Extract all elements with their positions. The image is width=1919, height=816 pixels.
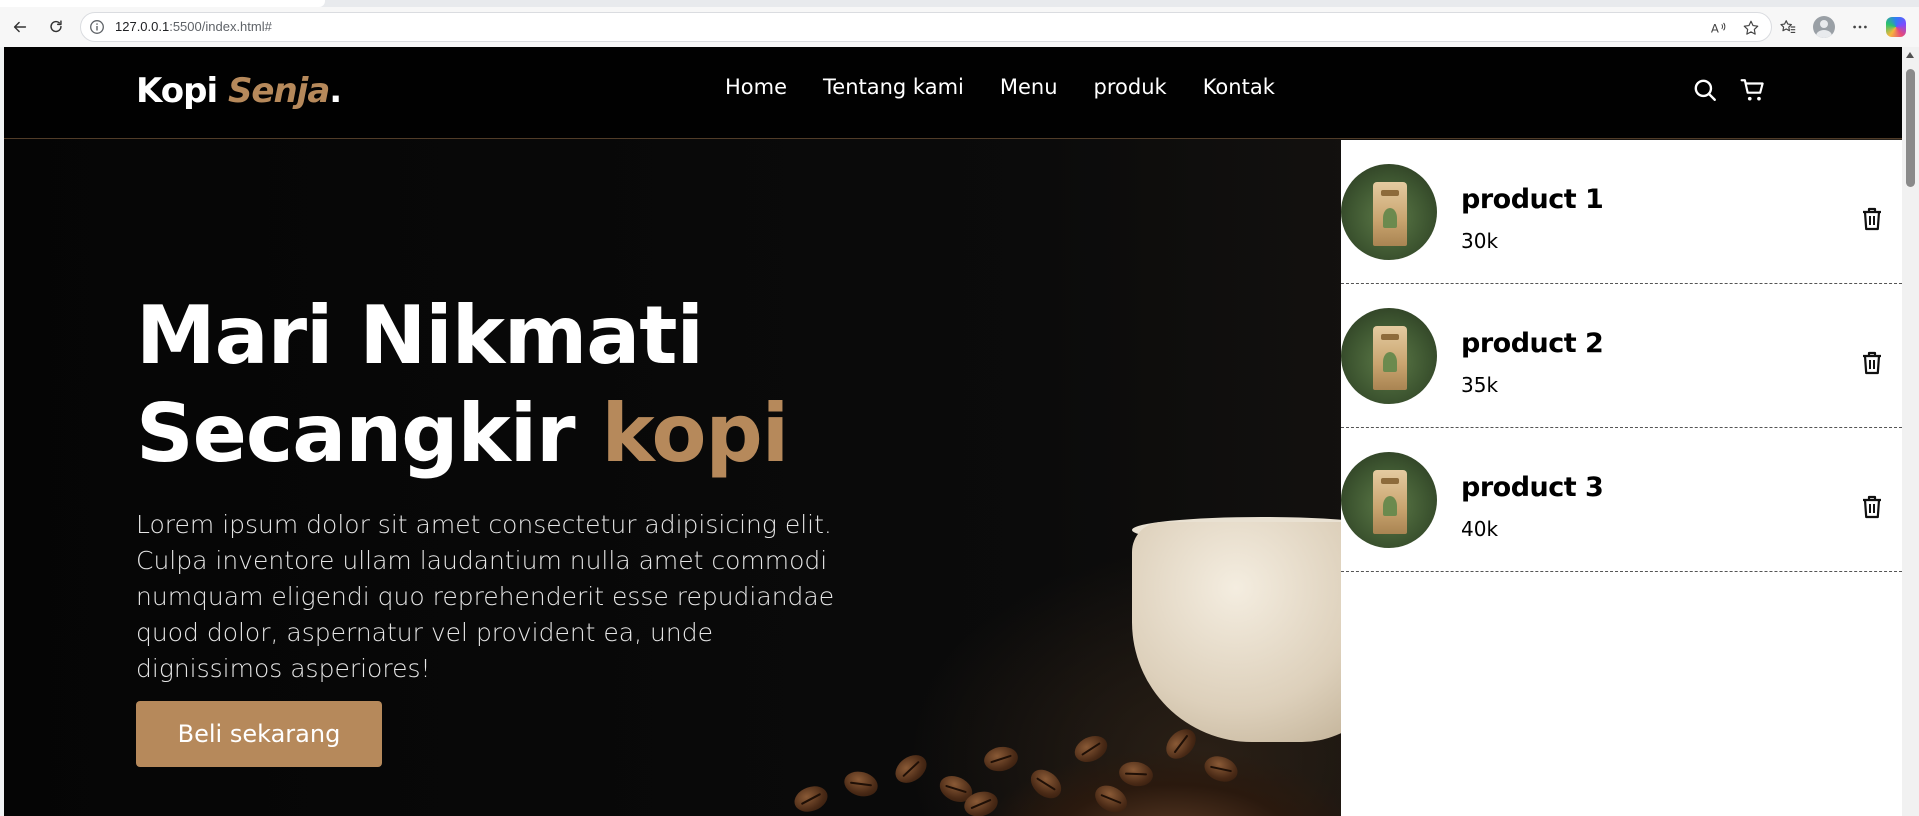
active-tab[interactable] [0,0,325,7]
nav-icons [1692,77,1766,103]
more-options-icon[interactable] [1846,13,1874,41]
avatar [1813,16,1835,38]
hero-section: Mari Nikmati Secangkir kopi Lorem ipsum … [136,287,856,767]
read-aloud-icon[interactable]: A [1709,18,1729,38]
hero-title-line2: Secangkir [136,387,602,480]
product-name: product 3 [1461,472,1604,503]
back-arrow-icon[interactable] [6,13,34,41]
favorite-star-icon[interactable] [1741,18,1761,38]
hero-title-accent: kopi [601,387,789,480]
logo-accent: Senja [227,71,330,111]
cart-item: product 1 30k [1341,140,1902,284]
search-icon[interactable] [1692,77,1718,103]
buy-now-button[interactable]: Beli sekarang [136,701,382,767]
logo-dot: . [329,71,342,111]
nav-link-tentang-kami[interactable]: Tentang kami [823,75,964,99]
product-price: 40k [1461,517,1499,541]
scrollbar-thumb[interactable] [1906,69,1915,187]
product-image [1341,164,1437,260]
site-navbar: Kopi Senja. Home Tentang kami Menu produ… [4,47,1902,139]
logo-text: Kopi [136,71,228,111]
trash-icon[interactable] [1860,494,1884,520]
cart-item: product 2 35k [1341,284,1902,428]
page-scrollbar[interactable] [1902,47,1919,816]
nav-link-kontak[interactable]: Kontak [1203,75,1275,99]
nav-link-home[interactable]: Home [725,75,787,99]
product-price: 35k [1461,373,1499,397]
hero-description: Lorem ipsum dolor sit amet consectetur a… [136,510,835,683]
nav-menu: Home Tentang kami Menu produk Kontak [725,75,1311,99]
cart-icon[interactable] [1740,77,1766,103]
hero-title-line1: Mari Nikmati [136,289,704,382]
page-viewport: Kopi Senja. Home Tentang kami Menu produ… [4,47,1902,816]
copilot-icon[interactable] [1882,13,1910,41]
favorites-icon[interactable] [1774,13,1802,41]
profile-avatar[interactable] [1810,13,1838,41]
shopping-cart-panel: product 1 30k product 2 35k product 3 40… [1341,140,1902,816]
address-bar[interactable]: 127.0.0.1:5500/index.html# A [80,12,1772,42]
browser-toolbar: 127.0.0.1:5500/index.html# A [0,7,1919,47]
copilot-logo [1886,17,1906,37]
site-logo[interactable]: Kopi Senja. [136,71,342,111]
site-info-icon[interactable] [89,19,105,35]
scroll-up-arrow-icon[interactable] [1906,52,1914,58]
hero-title: Mari Nikmati Secangkir kopi [136,287,856,483]
product-image [1341,452,1437,548]
tab-strip [0,0,1919,7]
svg-text:A: A [1711,22,1719,36]
url-path: :5500/index.html# [169,19,272,34]
trash-icon[interactable] [1860,350,1884,376]
cart-item: product 3 40k [1341,428,1902,572]
product-price: 30k [1461,229,1499,253]
nav-link-menu[interactable]: Menu [1000,75,1058,99]
trash-icon[interactable] [1860,206,1884,232]
product-name: product 2 [1461,328,1604,359]
product-image [1341,308,1437,404]
product-name: product 1 [1461,184,1604,215]
reload-icon[interactable] [42,13,70,41]
url-host: 127.0.0.1 [115,19,170,34]
nav-link-produk[interactable]: produk [1094,75,1167,99]
url-text[interactable]: 127.0.0.1:5500/index.html# [115,19,272,34]
